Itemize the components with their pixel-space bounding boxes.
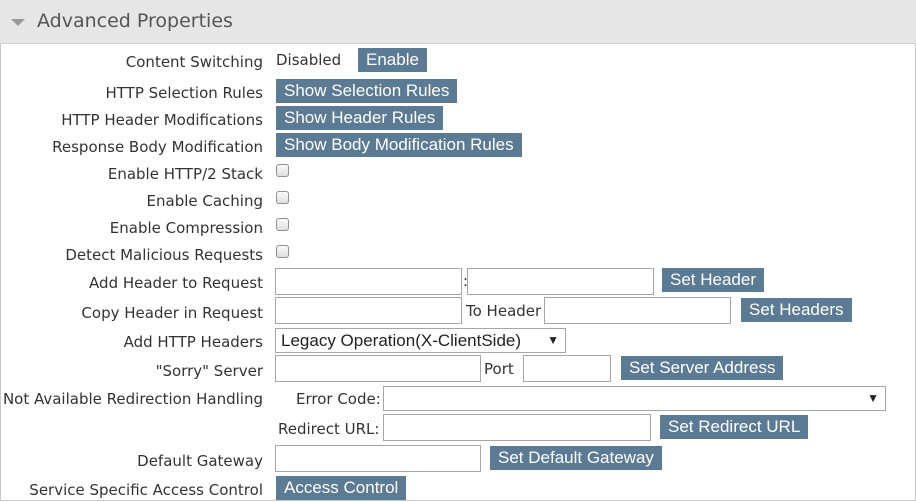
detect-malicious-label: Detect Malicious Requests (65, 246, 263, 264)
enable-compression-label: Enable Compression (109, 219, 263, 237)
access-control-label: Service Specific Access Control (29, 481, 263, 499)
set-default-gateway-button[interactable]: Set Default Gateway (490, 446, 662, 470)
set-redirect-url-button[interactable]: Set Redirect URL (660, 415, 809, 439)
enable-http2-label: Enable HTTP/2 Stack (107, 165, 263, 183)
show-header-rules-button[interactable]: Show Header Rules (276, 106, 444, 130)
add-http-headers-select[interactable]: Legacy Operation(X-ClientSide) ▼ (275, 328, 566, 353)
copy-header-target-input[interactable] (544, 297, 731, 324)
copy-header-source-input[interactable] (275, 297, 462, 324)
http-header-modifications-label: HTTP Header Modifications (61, 111, 263, 129)
section-title: Advanced Properties (37, 10, 233, 32)
to-header-label: To Header (466, 302, 542, 320)
dropdown-arrow-icon: ▼ (547, 333, 559, 347)
sorry-server-port-input[interactable] (523, 355, 611, 382)
enable-http2-checkbox[interactable] (276, 164, 289, 177)
content-switching-status: Disabled (276, 51, 342, 69)
default-gateway-label: Default Gateway (137, 452, 263, 470)
add-header-value-input[interactable] (467, 268, 654, 295)
detect-malicious-checkbox[interactable] (276, 245, 289, 258)
default-gateway-input[interactable] (275, 445, 481, 472)
copy-header-label: Copy Header in Request (81, 304, 263, 322)
error-code-label: Error Code: (296, 390, 381, 408)
dropdown-arrow-icon: ▼ (867, 391, 879, 405)
error-code-select[interactable]: ▼ (383, 386, 886, 411)
set-headers-button[interactable]: Set Headers (741, 298, 852, 322)
access-control-button[interactable]: Access Control (276, 476, 407, 500)
content-switching-label: Content Switching (125, 53, 263, 71)
add-header-name-input[interactable] (275, 268, 462, 295)
add-http-headers-label: Add HTTP Headers (123, 333, 263, 351)
redirect-url-label: Redirect URL: (278, 420, 380, 438)
not-available-label: Not Available Redirection Handling (2, 390, 263, 408)
set-server-address-button[interactable]: Set Server Address (621, 356, 784, 380)
http-selection-rules-label: HTTP Selection Rules (105, 84, 263, 102)
set-header-button[interactable]: Set Header (662, 268, 764, 292)
redirect-url-input[interactable] (383, 414, 651, 441)
sorry-server-address-input[interactable] (275, 355, 481, 382)
add-header-label: Add Header to Request (89, 274, 263, 292)
enable-content-switching-button[interactable]: Enable (358, 48, 427, 72)
add-http-headers-selected: Legacy Operation(X-ClientSide) (281, 331, 522, 350)
triangle-down-icon[interactable] (11, 19, 25, 26)
sorry-server-label: "Sorry" Server (155, 362, 263, 380)
enable-compression-checkbox[interactable] (276, 218, 289, 231)
port-label: Port (484, 360, 514, 378)
section-header[interactable]: Advanced Properties (0, 0, 916, 44)
enable-caching-label: Enable Caching (146, 192, 263, 210)
show-selection-rules-button[interactable]: Show Selection Rules (276, 79, 458, 103)
show-body-modification-rules-button[interactable]: Show Body Modification Rules (276, 133, 522, 157)
response-body-modification-label: Response Body Modification (52, 138, 263, 156)
enable-caching-checkbox[interactable] (276, 191, 289, 204)
